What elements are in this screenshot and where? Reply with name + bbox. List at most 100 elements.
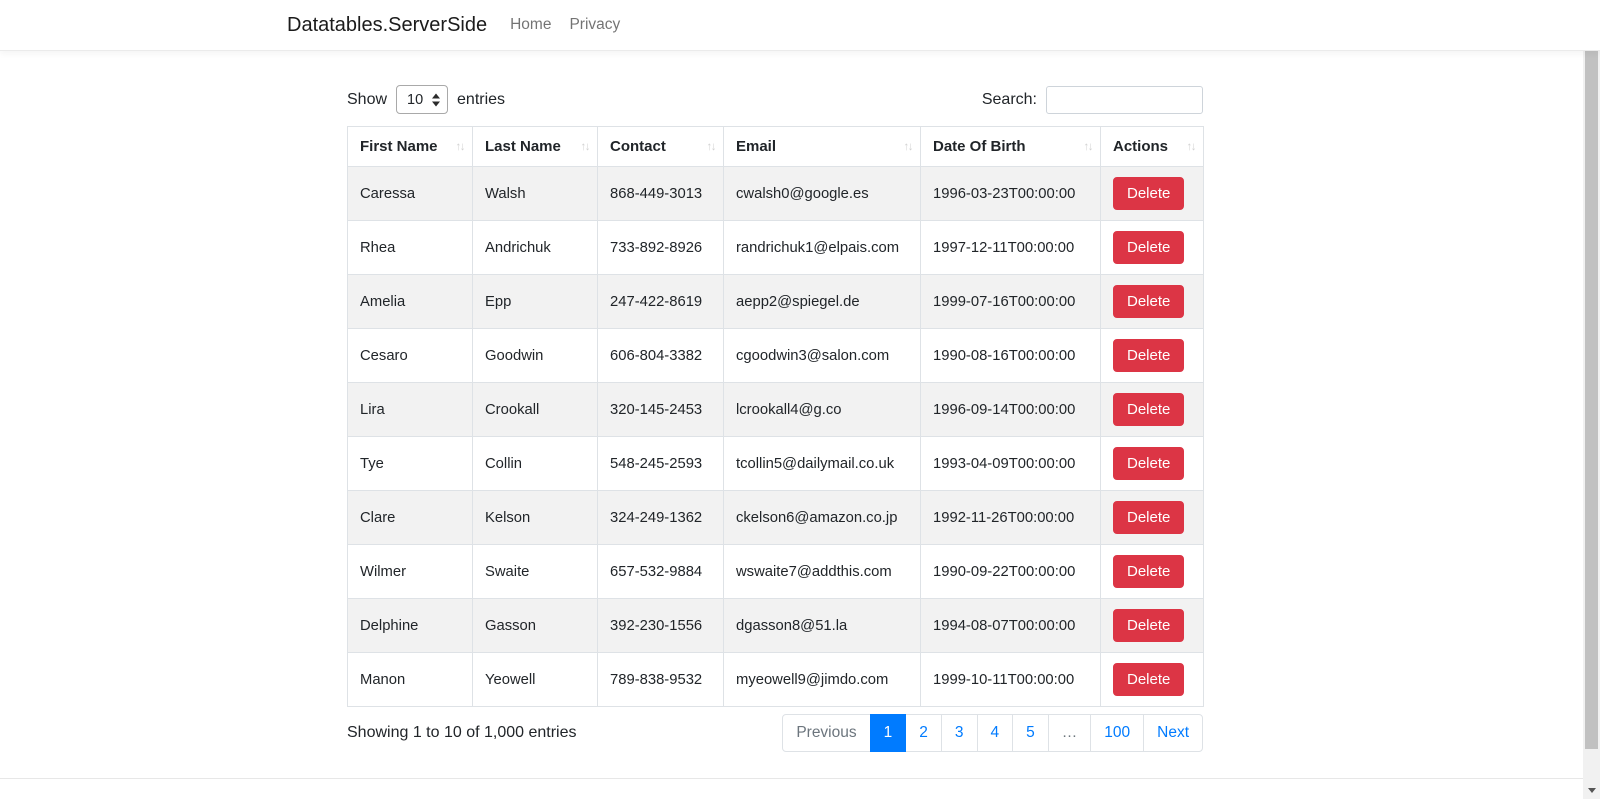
cell-contact: 548-245-2593 <box>598 437 724 491</box>
cell-email: dgasson8@51.la <box>724 599 921 653</box>
table-row: WilmerSwaite657-532-9884wswaite7@addthis… <box>348 545 1204 599</box>
column-header-first-name[interactable]: First Name↑↓ <box>348 127 473 167</box>
column-label: Email <box>736 138 776 155</box>
page-4[interactable]: 4 <box>977 714 1014 752</box>
cell-actions: Delete <box>1101 599 1204 653</box>
cell-actions: Delete <box>1101 383 1204 437</box>
column-header-contact[interactable]: Contact↑↓ <box>598 127 724 167</box>
scrollbar-thumb[interactable] <box>1585 18 1598 749</box>
cell-first: Delphine <box>348 599 473 653</box>
cell-last: Epp <box>473 275 598 329</box>
cell-contact: 657-532-9884 <box>598 545 724 599</box>
delete-button[interactable]: Delete <box>1113 555 1184 588</box>
page-size-select[interactable]: 10 <box>396 85 448 114</box>
nav-links: HomePrivacy <box>501 16 629 34</box>
entries-label: entries <box>457 91 505 109</box>
table-footer: Showing 1 to 10 of 1,000 entries Previou… <box>347 714 1203 752</box>
search-control: Search: <box>982 86 1203 114</box>
table-row: DelphineGasson392-230-1556dgasson8@51.la… <box>348 599 1204 653</box>
page-2[interactable]: 2 <box>905 714 942 752</box>
delete-button[interactable]: Delete <box>1113 177 1184 210</box>
delete-button[interactable]: Delete <box>1113 339 1184 372</box>
delete-button[interactable]: Delete <box>1113 501 1184 534</box>
table-row: AmeliaEpp247-422-8619aepp2@spiegel.de199… <box>348 275 1204 329</box>
next-page-button[interactable]: Next <box>1143 714 1203 752</box>
cell-first: Cesaro <box>348 329 473 383</box>
cell-actions: Delete <box>1101 653 1204 707</box>
cell-contact: 392-230-1556 <box>598 599 724 653</box>
cell-last: Goodwin <box>473 329 598 383</box>
delete-button[interactable]: Delete <box>1113 447 1184 480</box>
cell-last: Kelson <box>473 491 598 545</box>
table-row: ClareKelson324-249-1362ckelson6@amazon.c… <box>348 491 1204 545</box>
cell-dob: 1993-04-09T00:00:00 <box>921 437 1101 491</box>
cell-first: Lira <box>348 383 473 437</box>
cell-contact: 320-145-2453 <box>598 383 724 437</box>
page-1[interactable]: 1 <box>870 714 907 752</box>
previous-page-button[interactable]: Previous <box>782 714 870 752</box>
sort-icon: ↑↓ <box>904 141 913 153</box>
cell-last: Walsh <box>473 167 598 221</box>
column-label: First Name <box>360 138 438 155</box>
column-header-actions[interactable]: Actions↑↓ <box>1101 127 1204 167</box>
nav-link-home[interactable]: Home <box>501 16 560 34</box>
page-length-control: Show 10 entries <box>347 85 505 114</box>
cell-email: tcollin5@dailymail.co.uk <box>724 437 921 491</box>
entries-info: Showing 1 to 10 of 1,000 entries <box>347 724 577 742</box>
cell-first: Amelia <box>348 275 473 329</box>
sort-icon: ↑↓ <box>1187 141 1196 153</box>
table-header-row: First Name↑↓Last Name↑↓Contact↑↓Email↑↓D… <box>348 127 1204 167</box>
brand-link[interactable]: Datatables.ServerSide <box>287 14 487 37</box>
cell-last: Collin <box>473 437 598 491</box>
column-header-email[interactable]: Email ↑↓ <box>724 127 921 167</box>
table-row: TyeCollin548-245-2593tcollin5@dailymail.… <box>348 437 1204 491</box>
cell-dob: 1996-03-23T00:00:00 <box>921 167 1101 221</box>
search-input[interactable] <box>1046 86 1203 114</box>
cell-actions: Delete <box>1101 275 1204 329</box>
page-size-select-wrap: 10 <box>396 85 448 114</box>
cell-actions: Delete <box>1101 491 1204 545</box>
cell-actions: Delete <box>1101 221 1204 275</box>
cell-last: Swaite <box>473 545 598 599</box>
cell-email: cgoodwin3@salon.com <box>724 329 921 383</box>
delete-button[interactable]: Delete <box>1113 285 1184 318</box>
cell-contact: 733-892-8926 <box>598 221 724 275</box>
column-header-date-of-birth[interactable]: Date Of Birth ↑↓ <box>921 127 1101 167</box>
page-100[interactable]: 100 <box>1090 714 1144 752</box>
show-label: Show <box>347 91 387 109</box>
footer-divider <box>0 778 1583 779</box>
page-ellipsis: … <box>1048 714 1092 752</box>
delete-button[interactable]: Delete <box>1113 231 1184 264</box>
search-label: Search: <box>982 91 1037 109</box>
delete-button[interactable]: Delete <box>1113 609 1184 642</box>
delete-button[interactable]: Delete <box>1113 393 1184 426</box>
cell-actions: Delete <box>1101 329 1204 383</box>
cell-contact: 247-422-8619 <box>598 275 724 329</box>
cell-email: lcrookall4@g.co <box>724 383 921 437</box>
pagination: Previous12345…100Next <box>782 714 1203 752</box>
column-label: Date Of Birth <box>933 138 1026 155</box>
data-table: First Name↑↓Last Name↑↓Contact↑↓Email↑↓D… <box>347 126 1204 707</box>
cell-contact: 789-838-9532 <box>598 653 724 707</box>
cell-first: Clare <box>348 491 473 545</box>
cell-contact: 324-249-1362 <box>598 491 724 545</box>
sort-icon: ↑↓ <box>1084 141 1093 153</box>
table-controls: Show 10 entries Search: <box>347 85 1203 114</box>
cell-contact: 868-449-3013 <box>598 167 724 221</box>
delete-button[interactable]: Delete <box>1113 663 1184 696</box>
page-3[interactable]: 3 <box>941 714 978 752</box>
scroll-down-icon[interactable] <box>1583 782 1600 799</box>
page-5[interactable]: 5 <box>1012 714 1049 752</box>
vertical-scrollbar <box>1583 0 1600 799</box>
column-header-last-name[interactable]: Last Name↑↓ <box>473 127 598 167</box>
cell-dob: 1996-09-14T00:00:00 <box>921 383 1101 437</box>
cell-first: Rhea <box>348 221 473 275</box>
table-row: CesaroGoodwin606-804-3382cgoodwin3@salon… <box>348 329 1204 383</box>
cell-actions: Delete <box>1101 437 1204 491</box>
cell-actions: Delete <box>1101 167 1204 221</box>
cell-first: Tye <box>348 437 473 491</box>
cell-dob: 1992-11-26T00:00:00 <box>921 491 1101 545</box>
nav-link-privacy[interactable]: Privacy <box>560 16 629 34</box>
cell-dob: 1990-08-16T00:00:00 <box>921 329 1101 383</box>
cell-dob: 1994-08-07T00:00:00 <box>921 599 1101 653</box>
